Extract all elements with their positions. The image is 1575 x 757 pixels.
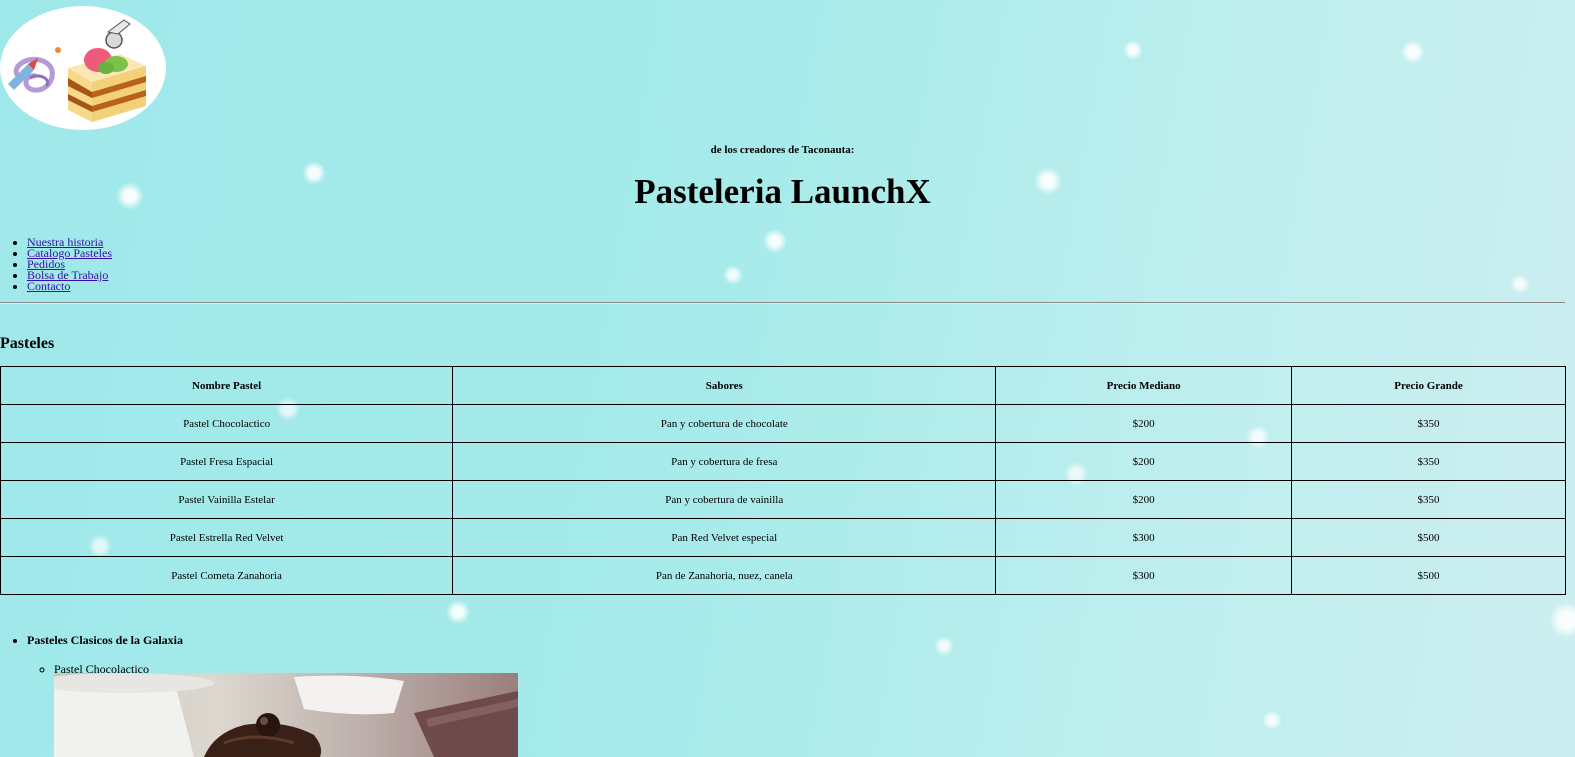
- section-title-pasteles: Pasteles: [0, 335, 55, 352]
- column-header-precio-grande: Precio Grande: [1290, 366, 1567, 405]
- cell-precio-mediano: $300: [995, 518, 1292, 557]
- cell-sabores: Pan y cobertura de chocolate: [452, 404, 997, 443]
- main-nav: Nuestra historia Catalogo Pasteles Pedid…: [0, 236, 112, 293]
- cell-nombre: Pastel Cometa Zanahoria: [0, 556, 454, 595]
- cell-precio-mediano: $200: [995, 442, 1292, 481]
- cell-nombre: Pastel Fresa Espacial: [0, 442, 454, 481]
- cell-sabores: Pan de Zanahoria, nuez, canela: [452, 556, 997, 595]
- chocolate-cake-photo: [54, 673, 518, 757]
- cell-precio-mediano: $200: [995, 480, 1292, 519]
- column-header-precio-mediano: Precio Mediano: [995, 366, 1292, 405]
- nav-link-contacto[interactable]: Contacto: [27, 279, 70, 293]
- logo-image: [0, 6, 166, 130]
- cell-sabores: Pan y cobertura de fresa: [452, 442, 997, 481]
- table-row: Pastel Vainilla Estelar Pan y cobertura …: [0, 480, 1567, 519]
- cell-precio-mediano: $200: [995, 404, 1292, 443]
- table-header-row: Nombre Pastel Sabores Precio Mediano Pre…: [0, 366, 1567, 405]
- creators-subtitle: de los creadores de Taconauta:: [710, 144, 855, 156]
- table-row: Pastel Cometa Zanahoria Pan de Zanahoria…: [0, 556, 1567, 595]
- column-header-nombre: Nombre Pastel: [0, 366, 454, 405]
- cakes-table: Nombre Pastel Sabores Precio Mediano Pre…: [0, 366, 1567, 595]
- cell-precio-mediano: $300: [995, 556, 1292, 595]
- cell-precio-grande: $350: [1290, 404, 1567, 443]
- cell-nombre: Pastel Chocolactico: [0, 404, 454, 443]
- table-row: Pastel Fresa Espacial Pan y cobertura de…: [0, 442, 1567, 481]
- horizontal-rule: [0, 302, 1565, 304]
- table-row: Pastel Estrella Red Velvet Pan Red Velve…: [0, 518, 1567, 557]
- cell-precio-grande: $350: [1290, 480, 1567, 519]
- page-title: Pasteleria LaunchX: [634, 172, 931, 211]
- cell-nombre: Pastel Vainilla Estelar: [0, 480, 454, 519]
- classics-heading: Pasteles Clasicos de la Galaxia: [27, 633, 183, 647]
- cell-nombre: Pastel Estrella Red Velvet: [0, 518, 454, 557]
- column-header-sabores: Sabores: [452, 366, 997, 405]
- nav-item-contacto: Contacto: [27, 279, 112, 293]
- cell-precio-grande: $350: [1290, 442, 1567, 481]
- classics-list: Pasteles Clasicos de la Galaxia Pastel C…: [0, 633, 183, 677]
- cell-sabores: Pan y cobertura de vainilla: [452, 480, 997, 519]
- cell-precio-grande: $500: [1290, 518, 1567, 557]
- cell-precio-grande: $500: [1290, 556, 1567, 595]
- list-item: Pasteles Clasicos de la Galaxia Pastel C…: [27, 633, 183, 677]
- table-row: Pastel Chocolactico Pan y cobertura de c…: [0, 404, 1567, 443]
- cell-sabores: Pan Red Velvet especial: [452, 518, 997, 557]
